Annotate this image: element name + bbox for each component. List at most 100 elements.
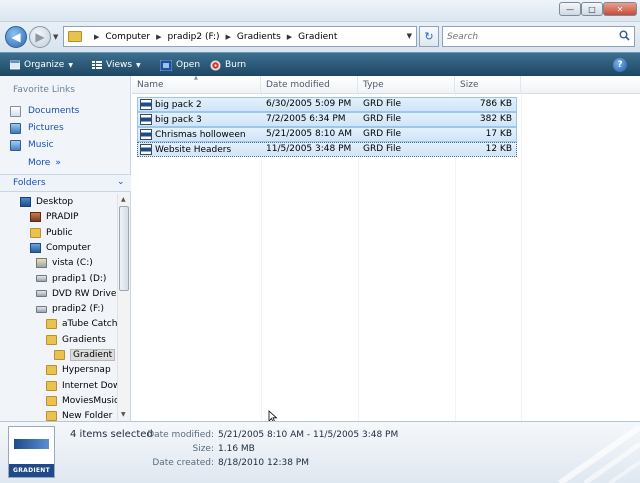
scroll-up-icon[interactable]: ▲ (121, 196, 126, 203)
breadcrumb-separator-icon[interactable]: ▶ (226, 33, 231, 41)
maximize-icon: □ (588, 4, 596, 14)
column-headers: ▲ Name Date modified Type Size (132, 75, 640, 94)
folder-icon (54, 350, 65, 360)
more-links[interactable]: More » (28, 156, 61, 170)
command-toolbar: Organize ▼ Views ▼ Open Burn ? (0, 52, 640, 76)
breadcrumb-gradient[interactable]: Gradient (298, 32, 337, 42)
breadcrumb-drive[interactable]: pradip2 (F:) (168, 32, 220, 42)
tree-item[interactable]: Internet Dow (46, 379, 120, 393)
chevron-down-icon[interactable]: ⌄ (117, 177, 125, 187)
file-date-modified: 5/21/2005 8:10 AM (266, 129, 353, 139)
folder-tree-scrollbar[interactable]: ▲ ▼ (117, 194, 130, 420)
size-value: 1.16 MB (218, 444, 255, 454)
breadcrumb-separator-icon[interactable]: ▶ (156, 33, 161, 41)
drive-icon (36, 305, 47, 313)
tree-item-label: Gradients (62, 334, 106, 345)
user-folder-icon (30, 212, 41, 223)
burn-button[interactable]: Burn (210, 57, 246, 73)
file-date-modified: 7/2/2005 6:34 PM (266, 114, 346, 124)
open-label: Open (176, 60, 201, 70)
tree-item[interactable]: Hypersnap (46, 363, 111, 377)
column-header-label: Name (137, 80, 164, 90)
desktop-icon (20, 197, 31, 207)
favorite-links-heading: Favorite Links (13, 85, 75, 95)
tree-item[interactable]: Gradient (54, 348, 116, 362)
tree-item-label: Internet Dow (62, 380, 121, 391)
tree-item[interactable]: aTube Catch (46, 317, 117, 331)
file-date-modified: 11/5/2005 3:48 PM (266, 144, 352, 154)
folder-icon (46, 380, 57, 391)
breadcrumb-gradients[interactable]: Gradients (237, 32, 281, 42)
forward-button[interactable]: ▶ (29, 26, 51, 48)
column-header-type[interactable]: Type (358, 76, 455, 94)
tree-item[interactable]: PRADIP (30, 210, 78, 224)
file-name-cell: Website Headers (140, 144, 231, 155)
column-header-date-modified[interactable]: Date modified (261, 76, 358, 94)
tree-item[interactable]: Public (30, 226, 73, 240)
file-date-modified: 6/30/2005 5:09 PM (266, 99, 352, 109)
column-header-size[interactable]: Size (455, 76, 521, 94)
tree-item-label: aTube Catch (62, 319, 118, 330)
favorite-link-music[interactable]: Music (10, 138, 54, 152)
file-type: GRD File (363, 144, 402, 154)
file-row[interactable]: big pack 2 6/30/2005 5:09 PM GRD File 786 K… (137, 97, 517, 112)
folder-icon (46, 395, 57, 406)
favorite-link-pictures[interactable]: Pictures (10, 121, 64, 135)
recent-pages-dropdown-icon[interactable]: ▼ (53, 33, 58, 41)
search-icon[interactable] (619, 30, 630, 41)
favorite-link-label: Documents (28, 106, 80, 116)
file-size: 382 KB (479, 114, 512, 124)
back-button[interactable]: ◀ (5, 26, 27, 48)
folders-header[interactable]: Folders ⌄ (0, 174, 131, 192)
tree-item-label: Computer (46, 242, 91, 253)
scroll-down-icon[interactable]: ▼ (121, 411, 126, 418)
file-type: GRD File (363, 99, 402, 109)
open-button[interactable]: Open (160, 57, 200, 73)
music-icon (10, 139, 21, 151)
file-list[interactable]: ▲ Name Date modified Type Size big pack … (132, 75, 640, 421)
file-row[interactable]: Website Headers 11/5/2005 3:48 PM GRD File… (137, 142, 517, 157)
tree-item[interactable]: pradip1 (D:) (36, 272, 106, 286)
gradient-preview (14, 439, 49, 449)
breadcrumb-separator-icon[interactable]: ▶ (94, 33, 99, 41)
address-bar[interactable]: ▶ Computer ▶ pradip2 (F:) ▶ Gradients ▶ … (63, 26, 417, 47)
address-dropdown-icon[interactable]: ▼ (407, 32, 412, 40)
column-header-label: Date modified (266, 80, 330, 90)
file-size: 17 KB (485, 129, 512, 139)
file-row[interactable]: big pack 3 7/2/2005 6:34 PM GRD File 382 KB (137, 112, 517, 127)
folders-heading: Folders (13, 178, 46, 188)
breadcrumb-separator-icon[interactable]: ▶ (287, 33, 292, 41)
close-icon: ✕ (616, 4, 624, 14)
refresh-button[interactable]: ↻ (419, 26, 439, 47)
tree-item[interactable]: pradip2 (F:) (36, 302, 104, 316)
documents-icon (10, 105, 21, 117)
tree-item[interactable]: MoviesMusic (46, 394, 119, 408)
minimize-button[interactable]: — (559, 2, 581, 16)
search-box[interactable] (442, 26, 635, 47)
date-created-value: 8/18/2010 12:38 PM (218, 458, 309, 468)
refresh-icon: ↻ (424, 30, 434, 43)
tree-item[interactable]: DVD RW Drive (36, 287, 116, 301)
folder-icon (46, 334, 57, 345)
tree-item[interactable]: vista (C:) (36, 256, 93, 270)
tree-item[interactable]: Computer (30, 241, 91, 255)
views-button[interactable]: Views ▼ (92, 57, 141, 73)
help-button[interactable]: ? (613, 58, 627, 72)
maximize-button[interactable]: □ (581, 2, 603, 16)
folder-icon (68, 31, 82, 42)
organize-button[interactable]: Organize ▼ (10, 57, 73, 73)
breadcrumb-computer[interactable]: Computer (105, 32, 150, 42)
favorite-link-documents[interactable]: Documents (10, 104, 79, 118)
tree-item-label: MoviesMusic (62, 395, 119, 406)
column-header-name[interactable]: ▲ Name (132, 75, 261, 94)
decorative-stripes (558, 424, 640, 483)
tree-item-label: New Folder (62, 411, 113, 422)
tree-item[interactable]: Gradients (46, 333, 106, 347)
close-button[interactable]: ✕ (603, 2, 637, 16)
search-input[interactable] (443, 27, 613, 46)
scroll-thumb[interactable] (119, 206, 129, 291)
tree-item[interactable]: Desktop (20, 195, 73, 209)
file-row[interactable]: Chrismas holloween 5/21/2005 8:10 AM GRD F… (137, 127, 517, 142)
navigation-pane: Favorite Links Documents Pictures Music … (0, 76, 131, 422)
date-modified-label: Date modified: (147, 430, 214, 440)
